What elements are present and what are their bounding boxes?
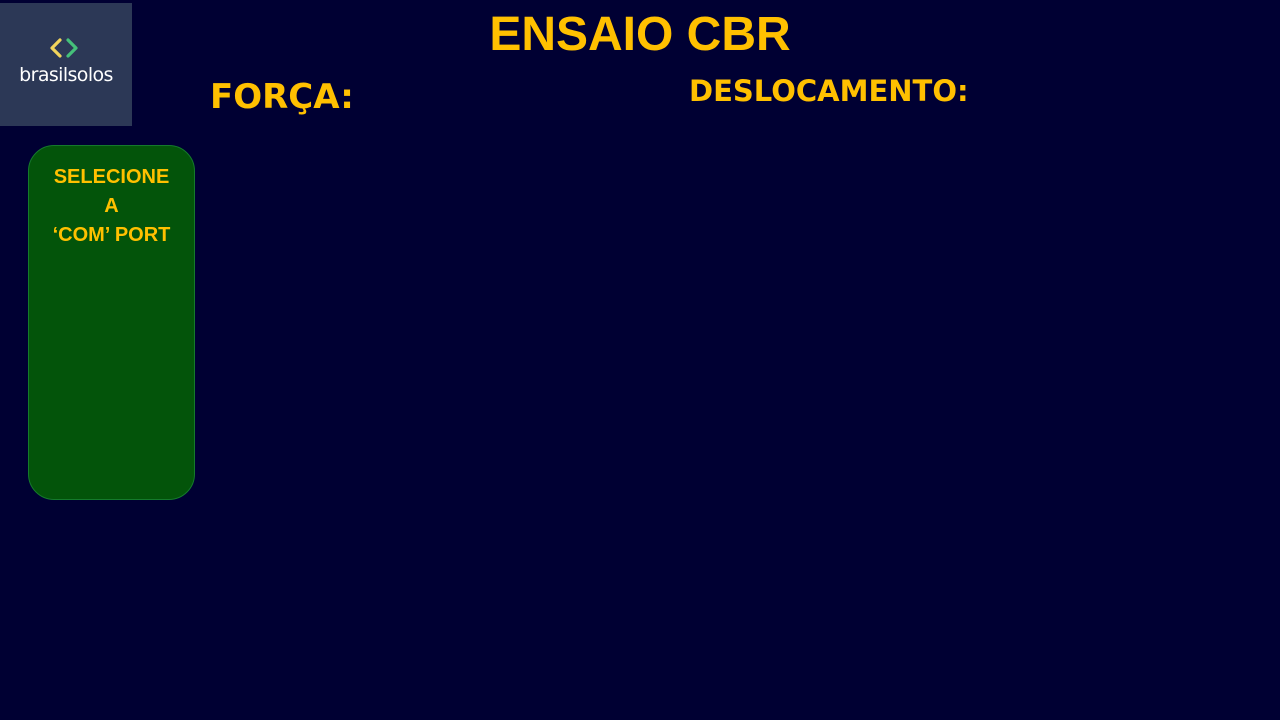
chevron-brackets-icon — [50, 38, 78, 58]
force-label: FORÇA: — [210, 77, 354, 117]
page-title: ENSAIO CBR — [489, 8, 791, 61]
brand-name: brasilsolos — [19, 64, 113, 86]
brand-logo: brasilsolos — [0, 3, 132, 126]
com-port-selector[interactable]: SELECIONE A ‘COM’ PORT — [28, 145, 195, 500]
com-port-label: SELECIONE A ‘COM’ PORT — [52, 166, 171, 246]
displacement-label: DESLOCAMENTO: — [689, 74, 969, 108]
